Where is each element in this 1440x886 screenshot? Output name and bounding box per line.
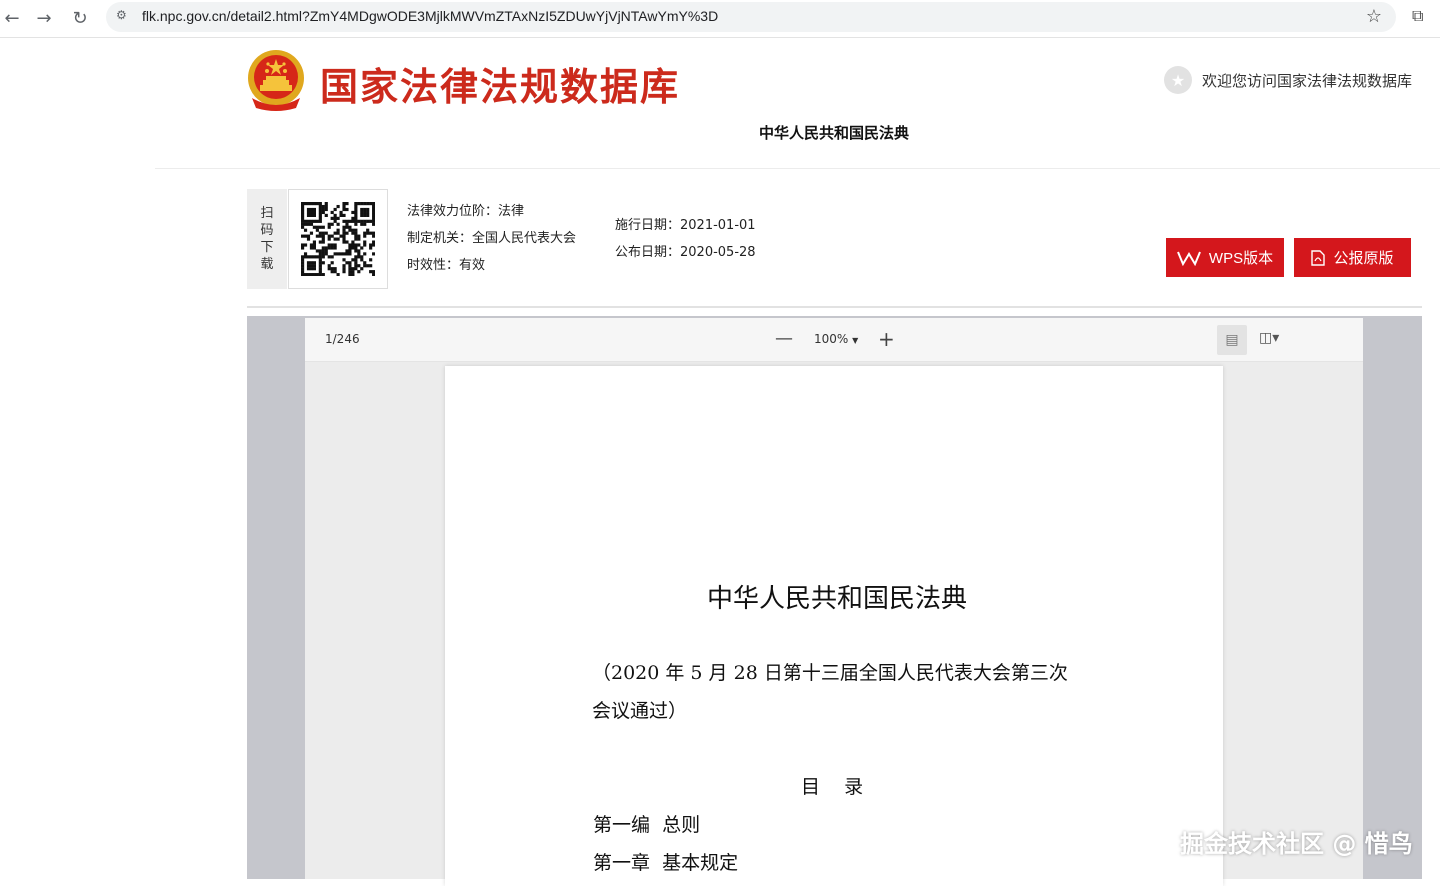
arrow-left-icon: ← bbox=[4, 7, 20, 29]
qr-code[interactable] bbox=[288, 189, 388, 289]
document-page: 中华人民共和国民法典 （2020 年 5 月 28 日第十三届全国人民代表大会第… bbox=[445, 366, 1223, 886]
site-info-icon[interactable]: ⚙ bbox=[116, 8, 132, 24]
site-title: 国家法律法规数据库 bbox=[320, 65, 681, 109]
page-layout-icon[interactable]: ◫▾ bbox=[1259, 330, 1279, 346]
arrow-right-icon: → bbox=[36, 7, 52, 29]
issuer: 制定机关：全国人民代表大会 bbox=[407, 231, 577, 246]
watermark: 掘金技术社区 @ 惜鸟 bbox=[1180, 830, 1413, 858]
welcome-message: ★ 欢迎您访问国家法律法规数据库 bbox=[1164, 66, 1412, 94]
document-view-icon[interactable]: ▤ bbox=[1217, 325, 1247, 355]
welcome-text: 欢迎您访问国家法律法规数据库 bbox=[1202, 71, 1413, 90]
adoption-note-line1: （2020 年 5 月 28 日第十三届全国人民代表大会第三次 bbox=[592, 662, 1068, 684]
forward-button[interactable]: → bbox=[32, 6, 56, 30]
scan-char: 载 bbox=[260, 257, 274, 272]
document-viewer: 1/246 — 100% ▼ + ▤ ◫▾ 中华人民共和国民法典 （2020 年… bbox=[247, 316, 1422, 886]
zoom-in-button[interactable]: + bbox=[878, 327, 895, 351]
zoom-out-button[interactable]: — bbox=[775, 328, 793, 349]
caret-down-icon: ▼ bbox=[852, 336, 859, 345]
zoom-level-value: 100% bbox=[814, 332, 849, 346]
reload-button[interactable]: ↻ bbox=[68, 6, 92, 30]
extensions-icon[interactable]: ⧉ bbox=[1412, 6, 1434, 28]
pdf-icon bbox=[1311, 249, 1326, 266]
qr-code-icon bbox=[301, 202, 375, 276]
pdf-button-label: 公报原版 bbox=[1333, 250, 1394, 267]
law-meta-right: 施行日期：2021-01-01 公布日期：2020-05-28 bbox=[615, 212, 756, 266]
scan-download-label: 扫 码 下 载 bbox=[247, 189, 287, 289]
scan-char: 码 bbox=[260, 223, 274, 238]
zoom-level-select[interactable]: 100% ▼ bbox=[814, 332, 858, 346]
info-divider bbox=[247, 306, 1422, 308]
url-text[interactable]: flk.npc.gov.cn/detail2.html?ZmY4MDgwODE3… bbox=[142, 8, 718, 24]
publish-date: 公布日期：2020-05-28 bbox=[615, 245, 756, 260]
part-heading: 第一编 总则 bbox=[593, 814, 701, 836]
law-meta-left: 法律效力位阶：法律 制定机关：全国人民代表大会 时效性：有效 bbox=[407, 198, 576, 279]
wps-logo-icon bbox=[1176, 251, 1201, 266]
document-title: 中华人民共和国民法典 bbox=[706, 584, 967, 614]
viewer-canvas[interactable]: 1/246 — 100% ▼ + ▤ ◫▾ 中华人民共和国民法典 （2020 年… bbox=[305, 318, 1363, 886]
star-badge-icon: ★ bbox=[1164, 66, 1192, 94]
viewer-toolbar: 1/246 — 100% ▼ + ▤ ◫▾ bbox=[305, 318, 1363, 362]
star-icon[interactable]: ☆ bbox=[1366, 6, 1382, 27]
wps-version-button[interactable]: WPS版本 bbox=[1166, 238, 1284, 277]
validity: 时效性：有效 bbox=[407, 258, 486, 273]
toc-heading: 目 录 bbox=[801, 776, 864, 798]
wps-button-label: WPS版本 bbox=[1208, 250, 1274, 267]
effective-date: 施行日期：2021-01-01 bbox=[615, 218, 756, 233]
page-indicator: 1/246 bbox=[325, 332, 360, 346]
national-emblem-logo bbox=[246, 48, 306, 112]
browser-toolbar: ← → ↻ ⚙ flk.npc.gov.cn/detail2.html?ZmY4… bbox=[0, 0, 1440, 38]
scan-char: 下 bbox=[260, 240, 274, 255]
law-name: 中华人民共和国民法典 bbox=[758, 124, 909, 142]
header-divider bbox=[155, 168, 1440, 169]
address-bar[interactable]: ⚙ flk.npc.gov.cn/detail2.html?ZmY4MDgwOD… bbox=[106, 2, 1396, 32]
reload-icon: ↻ bbox=[72, 7, 88, 29]
chapter-heading: 第一章 基本规定 bbox=[593, 852, 739, 874]
gazette-original-button[interactable]: 公报原版 bbox=[1294, 238, 1411, 277]
back-button[interactable]: ← bbox=[0, 6, 24, 30]
scan-char: 扫 bbox=[260, 206, 274, 221]
adoption-note-line2: 会议通过） bbox=[592, 700, 688, 722]
legal-rank: 法律效力位阶：法律 bbox=[407, 204, 525, 219]
